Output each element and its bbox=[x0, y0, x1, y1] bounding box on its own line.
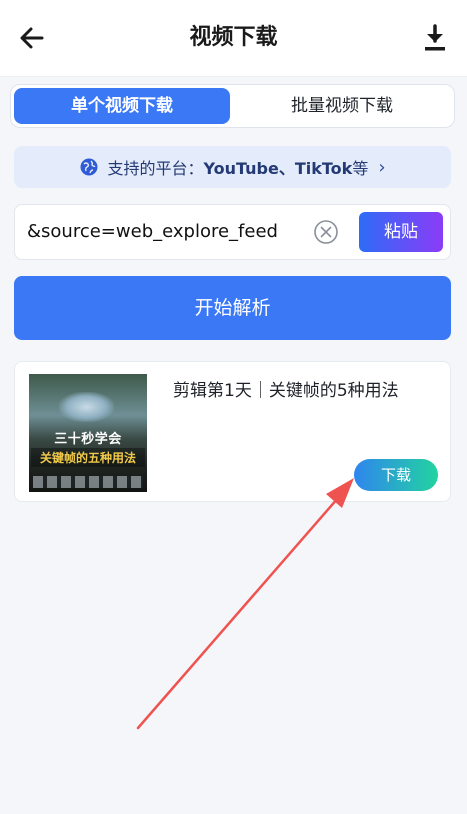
thumbnail-caption-line1: 三十秒学会 bbox=[54, 432, 122, 447]
thumbnail-caption-line2: 关键帧的五种用法 bbox=[31, 448, 145, 467]
download-icon[interactable] bbox=[419, 22, 451, 54]
top-app-bar: 视频下载 bbox=[0, 0, 467, 77]
platform-banner-platforms: YouTube、TikTok bbox=[203, 159, 353, 178]
supported-platforms-banner[interactable]: 支持的平台： YouTube、TikTok 等 › bbox=[14, 146, 451, 188]
platform-banner-prefix: 支持的平台： bbox=[107, 159, 204, 178]
url-input[interactable]: &source=web_explore_feed bbox=[27, 205, 307, 259]
video-result-card: 三十秒学会 关键帧的五种用法 剪辑第1天｜关键帧的5种用法 下载 bbox=[14, 361, 451, 502]
page-title: 视频下载 bbox=[189, 25, 278, 50]
video-thumbnail[interactable]: 三十秒学会 关键帧的五种用法 bbox=[29, 374, 147, 492]
platform-banner-suffix: 等 bbox=[352, 159, 369, 178]
paste-button[interactable]: 粘贴 bbox=[359, 212, 443, 252]
video-title: 剪辑第1天｜关键帧的5种用法 bbox=[173, 381, 399, 401]
tab-batch-video[interactable]: 批量视频下载 bbox=[234, 88, 450, 124]
start-parse-button[interactable]: 开始解析 bbox=[14, 276, 451, 340]
thumbnail-sky bbox=[59, 392, 114, 422]
chevron-right-icon: › bbox=[378, 156, 386, 178]
download-mode-tabs: 单个视频下载 批量视频下载 bbox=[10, 84, 455, 128]
clear-icon[interactable] bbox=[313, 219, 339, 245]
tab-single-video[interactable]: 单个视频下载 bbox=[14, 88, 230, 124]
globe-icon bbox=[80, 158, 98, 176]
url-input-box: &source=web_explore_feed 粘贴 bbox=[14, 204, 451, 260]
thumbnail-timeline-strip bbox=[33, 476, 143, 488]
download-button[interactable]: 下载 bbox=[354, 459, 438, 491]
